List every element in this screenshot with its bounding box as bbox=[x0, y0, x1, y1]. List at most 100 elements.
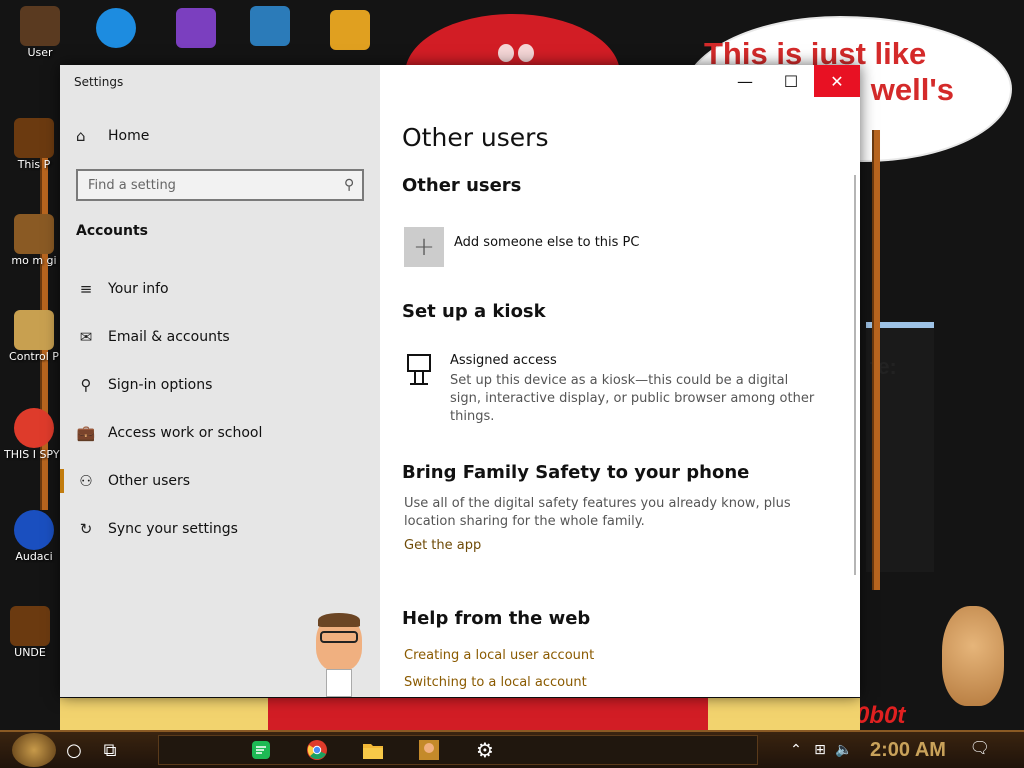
sidebar-item-email-accounts[interactable]: ✉ Email & accounts bbox=[60, 313, 380, 361]
chrome-icon[interactable] bbox=[289, 735, 345, 765]
mail-icon: ✉ bbox=[79, 328, 93, 346]
get-the-app-link[interactable]: Get the app bbox=[404, 538, 481, 553]
contact-card-icon: ≡ bbox=[79, 280, 93, 298]
section-title: Accounts bbox=[76, 223, 149, 239]
chevron-up-icon[interactable]: ⌃ bbox=[784, 742, 808, 758]
home-icon: ⌂ bbox=[76, 127, 86, 145]
desktop-icon-label: User bbox=[27, 46, 53, 59]
window-controls: — ☐ ✕ bbox=[722, 65, 860, 97]
add-someone-label: Add someone else to this PC bbox=[454, 234, 640, 250]
key-icon: ⚲ bbox=[80, 376, 92, 394]
family-safety-heading: Bring Family Safety to your phone bbox=[402, 462, 750, 483]
file-explorer-icon[interactable] bbox=[345, 735, 401, 765]
desktop-icon-visual-studio[interactable] bbox=[166, 8, 226, 48]
network-icon[interactable]: ⊞ bbox=[808, 742, 832, 758]
plus-icon: + bbox=[404, 227, 444, 267]
desktop-icon-label: UNDE bbox=[14, 646, 46, 659]
user-folder-icon bbox=[20, 6, 60, 46]
this-pc-icon bbox=[14, 118, 54, 158]
audacity-icon bbox=[14, 510, 54, 550]
desktop-icon-chrome[interactable]: THIS I SPYWA bbox=[4, 408, 64, 461]
spotify-icon[interactable] bbox=[233, 735, 289, 765]
sidebar-item-label: Sign-in options bbox=[108, 377, 213, 393]
sidebar-item-sync-settings[interactable]: ↻ Sync your settings bbox=[60, 505, 380, 553]
cartoon-character-overlay bbox=[312, 613, 368, 697]
sidebar-item-label: Sync your settings bbox=[108, 521, 238, 537]
assigned-access-description: Set up this device as a kiosk—this could… bbox=[450, 373, 815, 424]
folder-icon bbox=[14, 214, 54, 254]
virtualbox-icon bbox=[250, 6, 290, 46]
taskbar: ○ ⧉ ⚙ ⌃ ⊞ 🔈 2:00 AM 🗨 bbox=[0, 730, 1024, 768]
edge-icon bbox=[96, 8, 136, 48]
visual-studio-icon bbox=[176, 8, 216, 48]
help-link-create-local-account[interactable]: Creating a local user account bbox=[404, 648, 594, 663]
family-safety-description: Use all of the digital safety features y… bbox=[404, 496, 791, 529]
search-icon[interactable]: ⚲ bbox=[344, 177, 354, 193]
desktop-icon-undertale[interactable]: UNDE bbox=[0, 606, 60, 659]
sidebar-item-your-info[interactable]: ≡ Your info bbox=[60, 265, 380, 313]
system-tray: ⌃ ⊞ 🔈 2:00 AM bbox=[784, 734, 946, 766]
sidebar-item-label: Access work or school bbox=[108, 425, 263, 441]
desktop-icon-label: This P bbox=[17, 158, 51, 171]
steampunk-pipe bbox=[872, 130, 880, 590]
add-someone-button[interactable]: + Add someone else to this PC bbox=[404, 227, 639, 267]
picture-app-icon[interactable] bbox=[401, 735, 457, 765]
home-nav-item[interactable]: ⌂ Home bbox=[76, 127, 149, 145]
sidebar-item-sign-in-options[interactable]: ⚲ Sign-in options bbox=[60, 361, 380, 409]
notification-icon[interactable]: 🗨 bbox=[970, 738, 990, 757]
scrollbar[interactable] bbox=[854, 175, 856, 575]
desktop-icon-label: THIS I SPYWA bbox=[4, 448, 64, 461]
desktop-icon-this-pc[interactable]: This P bbox=[4, 118, 64, 171]
help-link-switch-local-account[interactable]: Switching to a local account bbox=[404, 675, 587, 690]
desktop-icon-mom[interactable]: mo m gi bbox=[4, 214, 64, 267]
sidebar-item-access-work[interactable]: 💼 Access work or school bbox=[60, 409, 380, 457]
window-title: Settings bbox=[74, 75, 124, 89]
kiosk-heading: Set up a kiosk bbox=[402, 301, 546, 322]
kiosk-icon bbox=[406, 353, 436, 426]
settings-sidebar: Settings ⌂ Home ⚲ Accounts ≡ Your info ✉… bbox=[60, 65, 380, 697]
cortana-icon[interactable]: ○ bbox=[56, 733, 92, 767]
sidebar-item-label: Other users bbox=[108, 473, 191, 489]
control-panel-icon bbox=[14, 310, 54, 350]
taskbar-clock[interactable]: 2:00 AM bbox=[870, 739, 946, 762]
assigned-access-title: Assigned access bbox=[450, 353, 557, 368]
other-users-heading: Other users bbox=[402, 175, 522, 196]
task-view-icon[interactable]: ⧉ bbox=[92, 733, 128, 767]
desktop-icon-hxd[interactable] bbox=[320, 10, 380, 50]
help-heading: Help from the web bbox=[402, 608, 591, 629]
settings-window: Settings ⌂ Home ⚲ Accounts ≡ Your info ✉… bbox=[60, 65, 860, 697]
desktop-icon-edge[interactable] bbox=[86, 8, 146, 48]
taskbar-app-tray: ⚙ bbox=[158, 735, 758, 765]
wallpaper-red-dots bbox=[498, 44, 546, 64]
close-button[interactable]: ✕ bbox=[814, 65, 860, 97]
accounts-nav-list: ≡ Your info ✉ Email & accounts ⚲ Sign-in… bbox=[60, 265, 380, 553]
hxd-icon bbox=[330, 10, 370, 50]
desktop-icon-label: Control P bbox=[9, 350, 59, 363]
desktop-icon-user[interactable]: User bbox=[10, 6, 70, 59]
home-label: Home bbox=[108, 128, 150, 144]
assigned-access-item[interactable]: Assigned access Set up this device as a … bbox=[406, 353, 820, 426]
wallpaper-bottom-strip bbox=[60, 698, 860, 730]
chrome-icon bbox=[14, 408, 54, 448]
minimize-button[interactable]: — bbox=[722, 65, 768, 97]
settings-main-pane: — ☐ ✕ Other users Other users + Add some… bbox=[380, 65, 860, 697]
search-input[interactable] bbox=[88, 177, 344, 193]
maximize-button[interactable]: ☐ bbox=[768, 65, 814, 97]
desktop-icon-virtualbox[interactable] bbox=[240, 6, 300, 46]
settings-gear-icon[interactable]: ⚙ bbox=[457, 735, 513, 765]
sidebar-item-other-users[interactable]: ⚇ Other users bbox=[60, 457, 380, 505]
volume-muted-icon[interactable]: 🔈 bbox=[832, 742, 856, 758]
briefcase-icon: 💼 bbox=[76, 424, 96, 442]
page-title: Other users bbox=[402, 123, 549, 152]
sidebar-item-label: Email & accounts bbox=[108, 329, 230, 345]
start-button[interactable] bbox=[12, 733, 56, 767]
person-add-icon: ⚇ bbox=[79, 472, 93, 490]
game-icon bbox=[10, 606, 50, 646]
desktop-icon-label: Audaci bbox=[15, 550, 53, 563]
sync-icon: ↻ bbox=[79, 520, 93, 538]
hamster-image bbox=[942, 606, 1004, 706]
desktop-icon-label: mo m gi bbox=[11, 254, 57, 267]
desktop-icon-control-panel[interactable]: Control P bbox=[4, 310, 64, 363]
desktop-icon-audacity[interactable]: Audaci bbox=[4, 510, 64, 563]
search-box[interactable]: ⚲ bbox=[76, 169, 364, 201]
